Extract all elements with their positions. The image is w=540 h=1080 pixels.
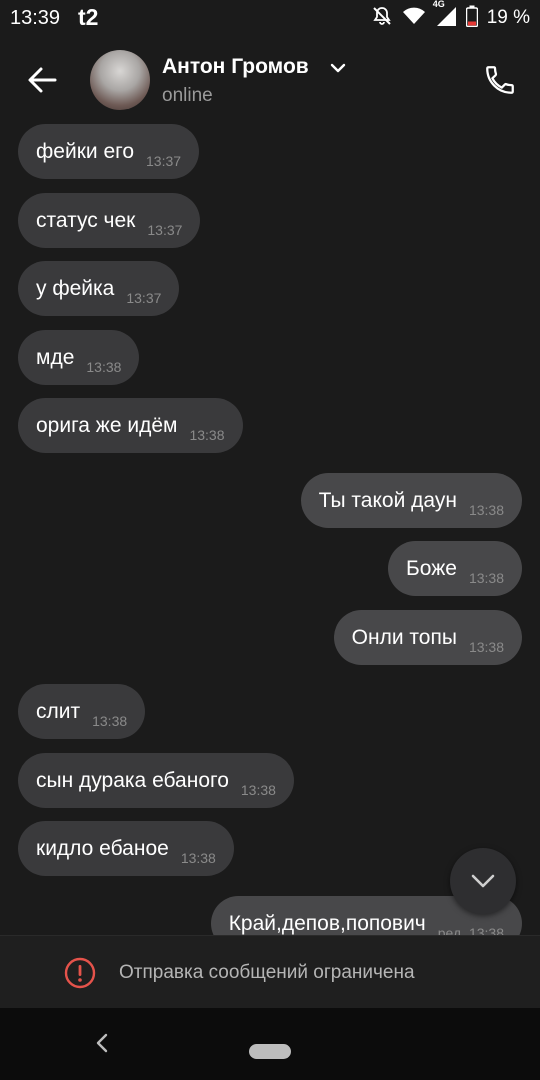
message-time: 13:38: [180, 849, 216, 866]
message-outgoing[interactable]: Онли топы 13:38: [333, 610, 522, 665]
message-text: сын дурака ебаного: [36, 768, 229, 792]
nav-home-button[interactable]: [249, 1044, 291, 1059]
phone-icon: [486, 66, 514, 94]
message-text: статус чек: [36, 208, 136, 232]
chevron-down-icon: [471, 874, 495, 888]
mute-icon: [371, 5, 393, 32]
message-incoming[interactable]: статус чек 13:37: [18, 193, 201, 248]
message-text: у фейка: [36, 276, 115, 300]
contact-status: online: [162, 85, 213, 106]
message-text: мде: [36, 345, 75, 369]
status-bar: 13:39 t2 4G 19 %: [0, 0, 540, 38]
contact-name[interactable]: Антон Громов: [162, 55, 309, 79]
message-time: 13:37: [126, 289, 162, 306]
message-text: Онли топы: [351, 625, 457, 649]
battery-percent: 19 %: [486, 7, 530, 28]
message-time: 13:38: [86, 358, 122, 375]
scroll-down-button[interactable]: [450, 848, 516, 914]
restriction-bar: Отправка сообщений ограничена: [0, 935, 540, 1009]
message-time: 13:38: [468, 569, 504, 586]
message-time: 13:38: [189, 426, 225, 443]
message-time: 13:37: [147, 221, 183, 238]
message-incoming[interactable]: сын дурака ебаного 13:38: [18, 753, 294, 808]
message-time: ред. 13:38: [437, 924, 504, 936]
chevron-down-icon[interactable]: [330, 61, 346, 79]
alert-icon: [64, 957, 96, 994]
message-outgoing[interactable]: Ты такой даун 13:38: [300, 473, 522, 528]
status-time: 13:39: [10, 7, 61, 29]
chat-header: Антон Громов online: [0, 38, 540, 120]
message-incoming[interactable]: у фейка 13:37: [18, 261, 180, 316]
status-icons: 4G 19 %: [371, 0, 530, 32]
message-text: слит: [36, 699, 81, 723]
message-time: 13:38: [92, 712, 128, 729]
message-text: Ты такой даун: [318, 488, 457, 512]
nav-back-button[interactable]: [94, 1032, 110, 1059]
wifi-icon: [402, 6, 426, 31]
system-nav-bar: [0, 1008, 540, 1080]
call-button[interactable]: [478, 58, 522, 102]
message-text: кидло ебаное: [36, 836, 169, 860]
message-text: орига же идём: [36, 413, 178, 437]
message-text: фейки его: [36, 139, 134, 163]
message-incoming[interactable]: орига же идём 13:38: [18, 398, 243, 453]
message-incoming[interactable]: мде 13:38: [18, 330, 140, 385]
message-list[interactable]: фейки его 13:37 статус чек 13:37 у фейка…: [0, 120, 540, 935]
carrier-logo: t2: [78, 4, 99, 30]
back-button[interactable]: [22, 60, 62, 100]
message-time: 13:38: [468, 638, 504, 655]
message-text: Край,депов,попович: [228, 911, 426, 935]
restriction-text: Отправка сообщений ограничена: [119, 962, 415, 983]
message-incoming[interactable]: слит 13:38: [18, 684, 146, 739]
message-time: 13:37: [146, 152, 182, 169]
message-incoming[interactable]: фейки его 13:37: [18, 124, 200, 179]
message-time: 13:38: [240, 781, 276, 798]
nav-back-icon: [96, 1033, 108, 1053]
message-incoming[interactable]: кидло ебаное 13:38: [18, 821, 234, 876]
message-text: Боже: [406, 556, 457, 580]
battery-icon: [465, 5, 478, 32]
message-outgoing[interactable]: Боже 13:38: [388, 541, 522, 596]
network-type: 4G: [432, 0, 445, 9]
signal-icon: 4G: [433, 0, 457, 32]
avatar[interactable]: [90, 50, 150, 110]
message-time: 13:38: [468, 501, 504, 518]
back-arrow-icon: [28, 67, 57, 93]
